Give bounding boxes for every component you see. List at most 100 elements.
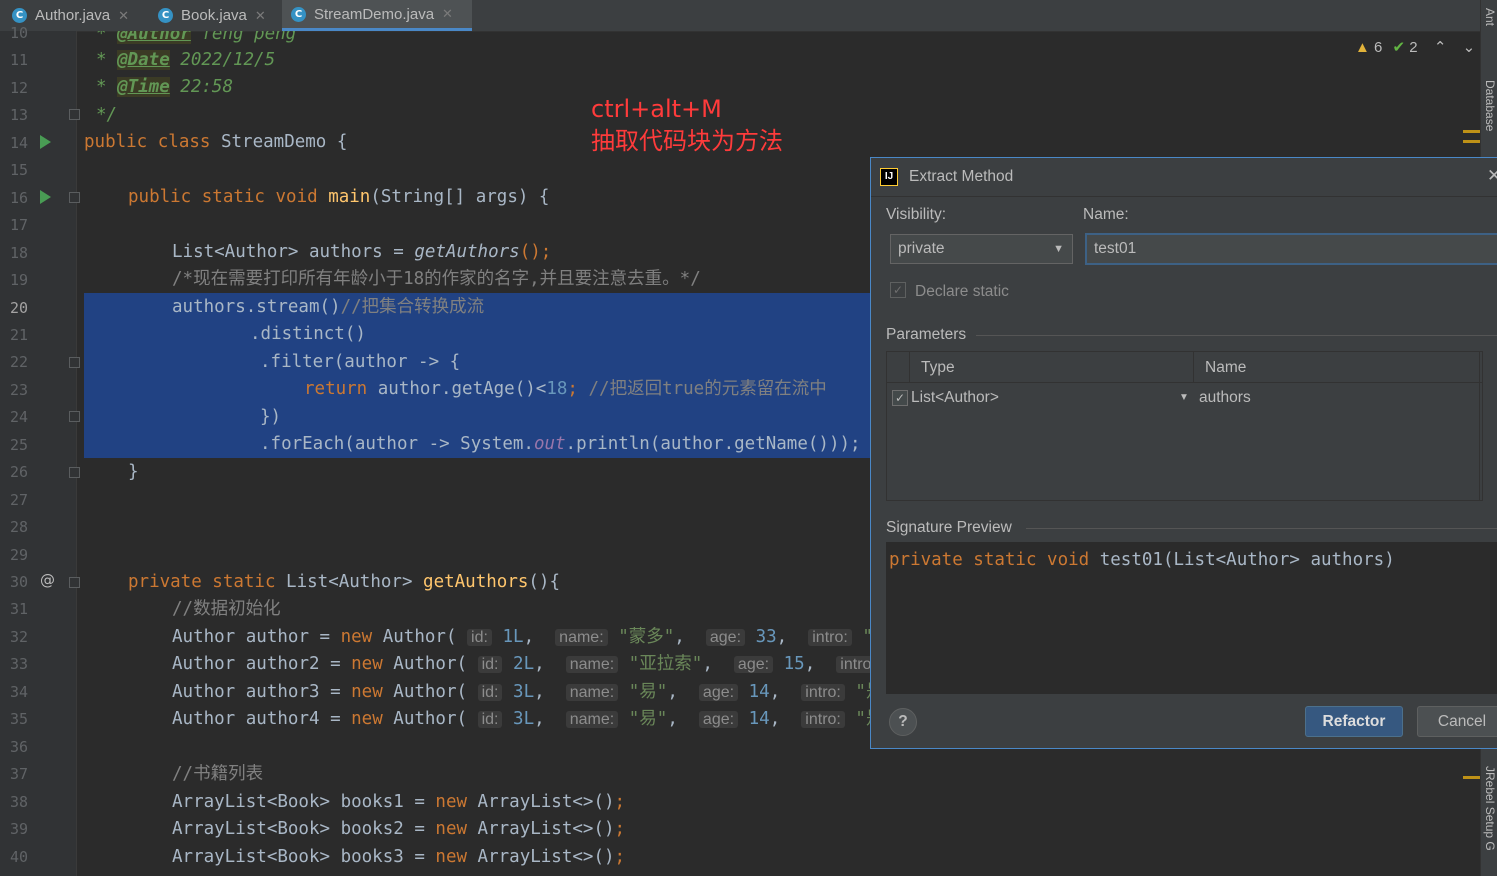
line-number: 36	[9, 737, 28, 756]
database-panel-button[interactable]: Database	[1483, 80, 1497, 131]
line-number: 29	[9, 545, 28, 564]
close-icon[interactable]: ✕	[255, 8, 266, 24]
section-divider	[1026, 528, 1497, 529]
close-icon[interactable]: ✕	[442, 6, 453, 22]
close-icon[interactable]: ✕	[1487, 166, 1497, 186]
line-number: 20	[9, 298, 28, 317]
line-number: 35	[9, 710, 28, 729]
line-number: 28	[9, 518, 28, 537]
tab-book-java[interactable]: C Book.java ✕	[158, 0, 266, 31]
tab-label: Book.java	[181, 7, 247, 24]
code-line-40: ArrayList<Book> books3 = new ArrayList<>…	[172, 847, 626, 867]
extract-method-dialog: IJ Extract Method ✕ Visibility: Name: pr…	[870, 157, 1497, 749]
method-name-input[interactable]: test01	[1085, 233, 1497, 265]
declare-static-checkbox[interactable]: ✓	[890, 282, 906, 298]
table-header: Type Name	[887, 352, 1482, 383]
warning-stripe[interactable]	[1463, 776, 1480, 779]
line-number: 33	[9, 655, 28, 674]
line-number: 37	[9, 765, 28, 784]
type-column-header[interactable]: Type	[921, 359, 955, 377]
table-scrollbar[interactable]	[1479, 352, 1480, 500]
line-number: 22	[9, 353, 28, 372]
line-number: 32	[9, 627, 28, 646]
line-number: 10	[9, 24, 28, 42]
line-number: 13	[9, 106, 28, 125]
warning-count: 6	[1374, 39, 1383, 56]
signature-preview-label: Signature Preview	[886, 519, 1012, 536]
line-number: 38	[9, 792, 28, 811]
run-main-icon[interactable]	[40, 190, 51, 204]
line-number: 16	[9, 188, 28, 207]
declare-static-label: Declare static	[915, 283, 1009, 300]
inspection-widget[interactable]: ▲ 6 ✔ 2 ⌃ ⌄	[1355, 38, 1475, 56]
line-number: 17	[9, 216, 28, 235]
tab-label: Author.java	[35, 7, 111, 24]
line-number: 21	[9, 325, 28, 344]
param-checkbox[interactable]: ✓	[892, 390, 908, 406]
line-number: 39	[9, 820, 28, 839]
ant-panel-button[interactable]: Ant	[1483, 8, 1497, 26]
refactor-button[interactable]: Refactor	[1305, 706, 1403, 737]
class-icon: C	[158, 8, 173, 23]
code-line-39: ArrayList<Book> books2 = new ArrayList<>…	[172, 819, 626, 839]
name-label: Name:	[1083, 206, 1129, 223]
close-icon[interactable]: ✕	[118, 8, 129, 24]
code-line-10: * @Author feng peng	[96, 31, 1480, 48]
signature-preview: private static void test01(List<Author> …	[886, 542, 1497, 694]
line-number: 14	[9, 133, 28, 152]
dialog-titlebar: IJ Extract Method ✕	[871, 158, 1497, 197]
parameters-table[interactable]: Type Name ✓ List<Author> ▼ authors	[886, 351, 1483, 501]
chevron-up-icon[interactable]: ⌃	[1434, 39, 1447, 56]
visibility-select[interactable]: private ▼	[890, 234, 1073, 264]
run-class-icon[interactable]	[40, 135, 51, 149]
parameters-section-label: Parameters	[886, 326, 967, 343]
table-row[interactable]: ✓ List<Author> ▼ authors	[887, 383, 1482, 413]
section-divider	[976, 335, 1497, 336]
name-column-header[interactable]: Name	[1205, 359, 1246, 377]
code-line-38: ArrayList<Book> books1 = new ArrayList<>…	[172, 792, 626, 812]
method-name-value: test01	[1094, 240, 1137, 257]
tab-author-java[interactable]: C Author.java ✕	[12, 0, 129, 31]
line-number: 40	[9, 847, 28, 866]
line-number: 15	[9, 161, 28, 180]
param-name[interactable]: authors	[1199, 389, 1251, 407]
line-number: 25	[9, 435, 28, 454]
intellij-logo-icon: IJ	[880, 168, 898, 186]
warning-stripe[interactable]	[1463, 130, 1480, 133]
check-icon: ✔	[1392, 39, 1406, 56]
code-line-37: //书籍列表	[172, 764, 264, 784]
line-number: 12	[9, 78, 28, 97]
line-number: 11	[9, 51, 28, 70]
chevron-down-icon: ▼	[1053, 243, 1064, 255]
warning-stripe[interactable]	[1463, 140, 1480, 143]
tab-streamdemo-java[interactable]: C StreamDemo.java ✕	[282, 0, 472, 31]
cancel-button[interactable]: Cancel	[1417, 706, 1497, 737]
tab-label: StreamDemo.java	[314, 5, 435, 23]
line-number: 24	[9, 408, 28, 427]
line-number: 23	[9, 380, 28, 399]
line-number: 26	[9, 463, 28, 482]
jrebel-panel-button[interactable]: JRebel Setup G	[1483, 766, 1497, 851]
ok-count: 2	[1409, 39, 1418, 56]
line-number: 30	[9, 573, 28, 591]
code-line-11: * @Date 2022/12/5	[96, 50, 276, 70]
chevron-down-icon[interactable]: ⌄	[1463, 39, 1476, 56]
code-line-12: * @Time 22:58	[96, 77, 233, 97]
code-line-13: */	[96, 105, 118, 125]
line-number: 31	[9, 600, 28, 619]
override-marker-icon[interactable]: @	[40, 571, 55, 589]
editor-tab-bar: C Author.java ✕ C Book.java ✕ C StreamDe…	[0, 0, 1480, 32]
help-icon[interactable]: ?	[889, 708, 917, 736]
line-number: 18	[9, 243, 28, 262]
visibility-value: private	[898, 240, 945, 257]
line-number: 34	[9, 682, 28, 701]
warning-icon: ▲	[1355, 39, 1370, 56]
line-number: 27	[9, 490, 28, 509]
annotation-description: 抽取代码块为方法	[591, 127, 783, 155]
line-number: 19	[9, 271, 28, 290]
class-icon: C	[291, 6, 306, 22]
chevron-down-icon[interactable]: ▼	[1179, 392, 1189, 403]
dialog-title: Extract Method	[909, 168, 1014, 185]
annotation-shortcut: ctrl+alt+M	[591, 95, 722, 123]
param-type[interactable]: List<Author>	[911, 389, 999, 407]
